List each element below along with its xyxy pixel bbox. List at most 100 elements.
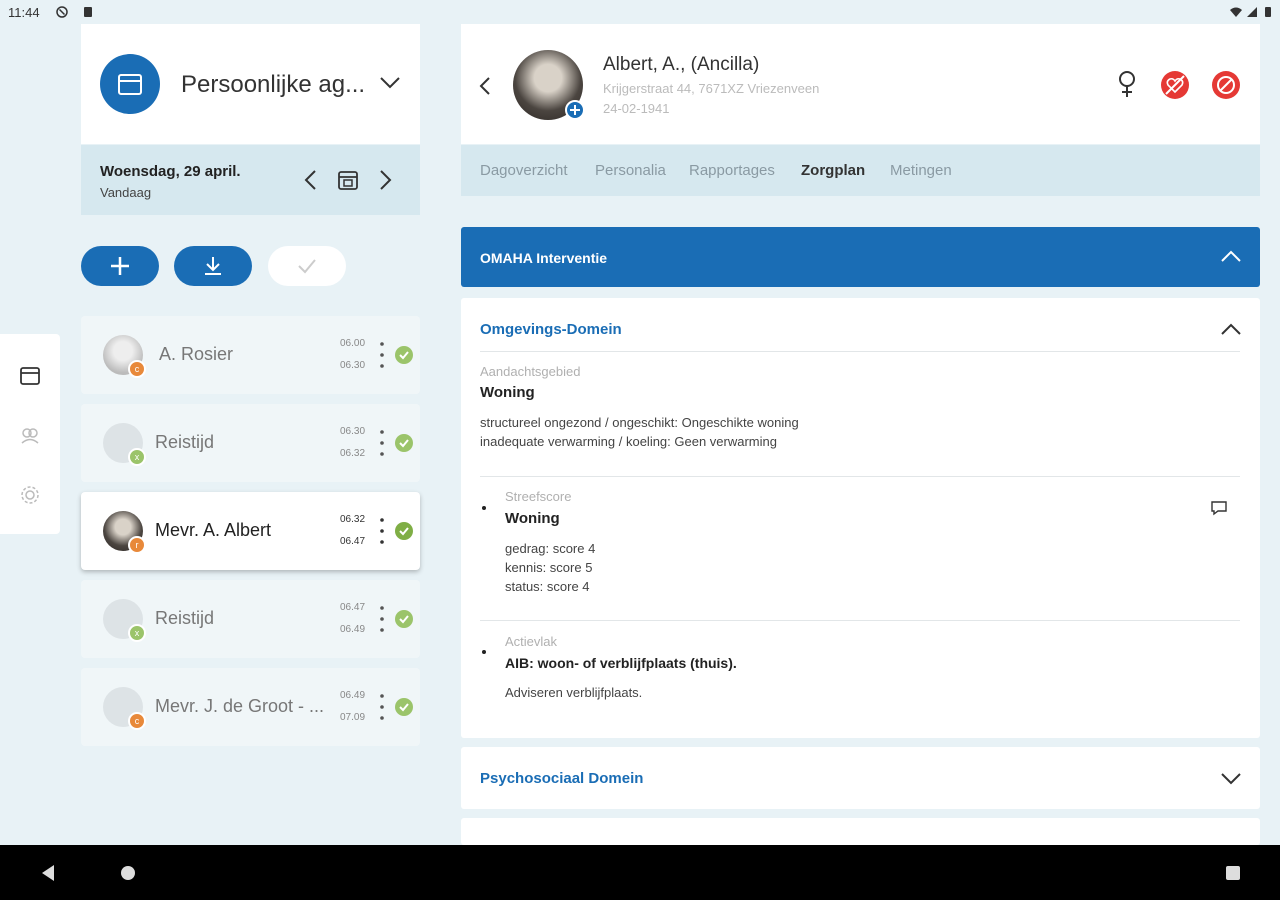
appointment-start: 06.32 (340, 514, 366, 525)
more-options-icon[interactable] (379, 604, 385, 634)
appointment-start: 06.30 (340, 426, 366, 437)
domain-title: Psychosociaal Domein (480, 770, 644, 787)
more-options-icon[interactable] (379, 692, 385, 722)
tab-metingen[interactable]: Metingen (890, 162, 952, 179)
more-options-icon[interactable] (379, 340, 385, 370)
complete-button[interactable] (268, 246, 346, 286)
client-type-badge: c (128, 360, 146, 378)
appointment-item-selected[interactable]: r Mevr. A. Albert 06.32 06.47 (81, 492, 420, 570)
score-line: gedrag: score 4 (505, 541, 596, 556)
clients-rail-icon[interactable] (19, 424, 41, 446)
battery-icon (1265, 7, 1271, 17)
signal-icon (1247, 7, 1257, 17)
patient-header: Albert, A., (Ancilla) Krijgerstraat 44, … (461, 24, 1260, 144)
appointment-end: 06.32 (340, 448, 366, 459)
status-check-icon (395, 610, 413, 628)
next-day-icon[interactable] (379, 169, 393, 191)
actie-label: Actievlak (505, 634, 558, 649)
status-check-icon (395, 522, 413, 540)
date-bar: Woensdag, 29 april. Vandaag (81, 145, 420, 215)
bullet (482, 506, 486, 510)
streef-label: Streefscore (505, 489, 572, 504)
bullet (482, 650, 486, 654)
domain-title[interactable]: Omgevings-Domein (480, 321, 622, 338)
nav-home-icon[interactable] (119, 864, 137, 882)
appointment-start: 06.49 (340, 690, 366, 701)
appointment-name: Mevr. A. Albert (155, 520, 272, 540)
client-type-badge: r (128, 536, 146, 554)
nav-recents-icon[interactable] (1224, 864, 1242, 882)
appointment-start: 06.47 (340, 602, 366, 613)
add-photo-icon[interactable] (565, 100, 585, 120)
side-rail (0, 334, 60, 534)
domain-card-next[interactable] (461, 818, 1260, 845)
appointment-name: A. Rosier (159, 344, 234, 364)
date-sublabel: Vandaag (100, 185, 152, 200)
check-icon (298, 259, 316, 274)
appointment-start: 06.00 (340, 338, 366, 349)
aandacht-value: Woning (480, 384, 535, 401)
no-resuscitation-icon[interactable] (1159, 69, 1191, 101)
notification-icon (56, 6, 68, 18)
add-button[interactable] (81, 246, 159, 286)
tab-rapportages[interactable]: Rapportages (689, 162, 775, 179)
prohibited-icon[interactable] (1210, 69, 1242, 101)
more-options-icon[interactable] (379, 428, 385, 458)
actie-value: AIB: woon- of verblijfplaats (thuis). (505, 655, 737, 671)
aandacht-label: Aandachtsgebied (480, 364, 581, 379)
chevron-up-icon (1221, 250, 1241, 262)
appointment-name: Reistijd (155, 432, 215, 452)
system-nav-bar (0, 845, 1280, 900)
status-check-icon (395, 434, 413, 452)
sim-icon (84, 7, 92, 17)
prev-day-icon[interactable] (303, 169, 317, 191)
status-check-icon (395, 346, 413, 364)
comment-icon[interactable] (1210, 500, 1228, 516)
divider (480, 351, 1240, 352)
date-label: Woensdag, 29 april. (100, 163, 241, 180)
domain-card-psychosociaal[interactable]: Psychosociaal Domein (461, 747, 1260, 809)
female-icon (1119, 71, 1135, 97)
appointment-item[interactable]: c Mevr. J. de Groot - ... 06.49 07.09 (81, 668, 420, 746)
appointment-item[interactable]: x Reistijd 06.30 06.32 (81, 404, 420, 482)
status-bar: 11:44 (0, 0, 1280, 24)
settings-rail-icon[interactable] (19, 484, 41, 506)
patient-name: Albert, A., (Ancilla) (603, 54, 760, 75)
signal-line: inadequate verwarming / koeling: Geen ve… (480, 434, 777, 449)
client-type-badge: c (128, 712, 146, 730)
appointment-end: 06.49 (340, 624, 366, 635)
chevron-down-icon[interactable] (379, 76, 401, 90)
score-line: status: score 4 (505, 579, 590, 594)
appointment-name: Mevr. J. de Groot - ... (155, 696, 325, 716)
wifi-icon (1230, 7, 1242, 17)
streef-value: Woning (505, 510, 560, 527)
score-line: kennis: score 5 (505, 560, 593, 575)
plus-icon (111, 257, 129, 275)
omaha-title: OMAHA Interventie (480, 250, 608, 266)
appointment-end: 06.30 (340, 360, 366, 371)
signal-line: structureel ongezond / ongeschikt: Onges… (480, 415, 799, 430)
agenda-calendar-icon[interactable] (100, 54, 160, 114)
appointment-name: Reistijd (155, 608, 215, 628)
appointment-item[interactable]: c A. Rosier 06.00 06.30 (81, 316, 420, 394)
appointment-item[interactable]: x Reistijd 06.47 06.49 (81, 580, 420, 658)
status-check-icon (395, 698, 413, 716)
appointment-end: 06.47 (340, 536, 366, 547)
client-type-badge: x (128, 624, 146, 642)
download-button[interactable] (174, 246, 252, 286)
appointment-end: 07.09 (340, 712, 366, 723)
omaha-section-header[interactable]: OMAHA Interventie (461, 227, 1260, 287)
tab-personalia[interactable]: Personalia (595, 162, 666, 179)
patient-address: Krijgerstraat 44, 7671XZ Vriezenveen (603, 81, 820, 96)
domain-card-omgeving: Omgevings-Domein Aandachtsgebied Woning … (461, 298, 1260, 738)
tab-zorgplan[interactable]: Zorgplan (801, 162, 865, 179)
back-arrow-icon[interactable] (479, 76, 491, 96)
date-picker-icon[interactable] (337, 169, 359, 191)
calendar-rail-icon[interactable] (19, 364, 41, 386)
client-type-badge: x (128, 448, 146, 466)
agenda-title[interactable]: Persoonlijke ag... (181, 71, 365, 99)
tab-dagoverzicht[interactable]: Dagoverzicht (480, 162, 568, 179)
more-options-icon[interactable] (379, 516, 385, 546)
nav-back-icon[interactable] (40, 864, 56, 882)
chevron-up-icon[interactable] (1220, 322, 1242, 336)
